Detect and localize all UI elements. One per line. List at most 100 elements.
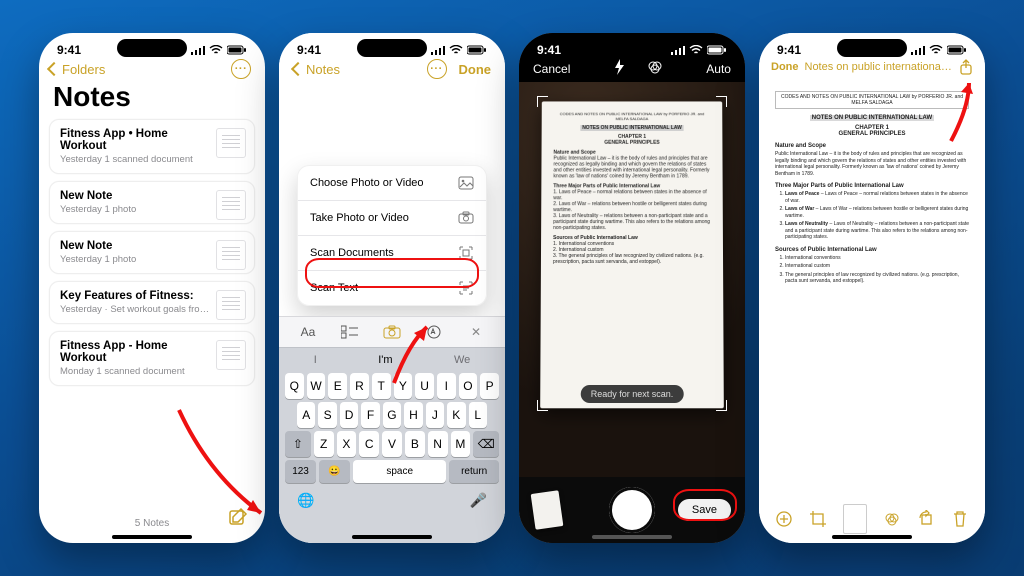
more-button[interactable]: ··· <box>231 59 251 79</box>
compose-icon <box>229 507 249 527</box>
signal-icon <box>911 46 925 55</box>
scan-preview-thumb[interactable] <box>531 490 564 530</box>
key[interactable]: P <box>480 373 499 399</box>
key-backspace[interactable]: ⌫ <box>473 431 499 457</box>
note-body[interactable] <box>279 79 505 165</box>
menu-choose-photo[interactable]: Choose Photo or Video <box>298 166 486 200</box>
note-row[interactable]: Key Features of Fitness:Yesterday · Set … <box>49 281 255 324</box>
key[interactable]: G <box>383 402 401 428</box>
note-subtitle: Yesterday · Set workout goals from 3 cat… <box>60 304 210 315</box>
doc-li: Laws of Neutrality – relations between a… <box>553 213 710 231</box>
menu-scan-text[interactable]: Scan Text <box>298 270 486 305</box>
key-shift[interactable]: ⇧ <box>285 431 311 457</box>
globe-icon[interactable]: 🌐 <box>297 492 314 509</box>
note-row[interactable]: Fitness App • Home WorkoutYesterday 1 sc… <box>49 119 255 174</box>
shutter-button[interactable] <box>609 487 655 533</box>
crop-button[interactable] <box>809 510 827 528</box>
notes-list: Fitness App • Home WorkoutYesterday 1 sc… <box>39 119 265 393</box>
note-row[interactable]: New NoteYesterday 1 photo <box>49 181 255 224</box>
key-space[interactable]: space <box>353 460 446 483</box>
key[interactable]: Z <box>314 431 334 457</box>
key[interactable]: O <box>459 373 478 399</box>
key[interactable]: X <box>337 431 357 457</box>
crop-corner[interactable] <box>716 96 727 107</box>
key[interactable]: J <box>426 402 444 428</box>
mic-icon[interactable]: 🎤 <box>470 492 487 509</box>
key-emoji[interactable]: 😀 <box>319 460 350 483</box>
key[interactable]: M <box>451 431 471 457</box>
signal-icon <box>191 46 205 55</box>
crop-corner[interactable] <box>716 400 727 411</box>
home-indicator <box>352 535 432 539</box>
camera-button[interactable] <box>381 323 403 341</box>
key-123[interactable]: 123 <box>285 460 316 483</box>
more-button[interactable]: ··· <box>427 59 447 79</box>
rotate-button[interactable] <box>917 510 935 528</box>
page-thumb[interactable] <box>843 504 867 534</box>
toolbar-close[interactable]: ✕ <box>465 323 487 341</box>
doc-h1: Nature and Scope <box>775 143 969 149</box>
key[interactable]: L <box>469 402 487 428</box>
key[interactable]: S <box>318 402 336 428</box>
key[interactable]: H <box>404 402 422 428</box>
filters-icon[interactable] <box>647 59 663 78</box>
menu-label: Choose Photo or Video <box>310 177 424 189</box>
key[interactable]: T <box>372 373 391 399</box>
keyboard-suggestions[interactable]: I I'm We <box>283 352 501 370</box>
doc-smallheader: CODES AND NOTES ON PUBLIC INTERNATIONAL … <box>775 91 969 109</box>
key[interactable]: W <box>307 373 326 399</box>
key[interactable]: Q <box>285 373 304 399</box>
key[interactable]: C <box>359 431 379 457</box>
key[interactable]: R <box>350 373 369 399</box>
share-button[interactable] <box>959 59 973 75</box>
filter-button[interactable] <box>883 510 901 528</box>
back-label: Notes <box>306 62 340 77</box>
auto-button[interactable]: Auto <box>706 62 731 76</box>
save-button[interactable]: Save <box>678 499 731 521</box>
key[interactable]: B <box>405 431 425 457</box>
key[interactable]: E <box>328 373 347 399</box>
done-button[interactable]: Done <box>459 62 492 77</box>
back-notes[interactable]: Notes <box>293 62 340 77</box>
suggestion[interactable]: I <box>314 354 317 366</box>
note-row[interactable]: Fitness App - Home WorkoutMonday 1 scann… <box>49 331 255 386</box>
key[interactable]: F <box>361 402 379 428</box>
key[interactable]: I <box>437 373 456 399</box>
cancel-button[interactable]: Cancel <box>533 62 570 76</box>
key[interactable]: D <box>340 402 358 428</box>
key[interactable]: N <box>428 431 448 457</box>
doc-p: Public International Law – it is the bod… <box>775 151 969 177</box>
key[interactable]: K <box>447 402 465 428</box>
menu-take-photo[interactable]: Take Photo or Video <box>298 200 486 235</box>
wifi-icon <box>209 45 223 55</box>
menu-scan-documents[interactable]: Scan Documents <box>298 235 486 270</box>
signal-icon <box>671 46 685 55</box>
flash-icon[interactable] <box>613 59 625 78</box>
battery-icon <box>947 45 967 55</box>
add-page-button[interactable] <box>775 510 793 528</box>
camera-bottom-bar: Save <box>519 477 745 543</box>
doc-li: International custom <box>785 263 969 270</box>
battery-icon <box>227 45 247 55</box>
crop-corner[interactable] <box>537 96 548 107</box>
suggestion[interactable]: We <box>454 354 470 366</box>
trash-button[interactable] <box>951 510 969 528</box>
key[interactable]: Y <box>394 373 413 399</box>
key[interactable]: V <box>382 431 402 457</box>
key[interactable]: A <box>297 402 315 428</box>
crop-corner[interactable] <box>537 400 548 411</box>
checklist-button[interactable] <box>339 323 361 341</box>
keyboard[interactable]: I I'm We QWERTYUIOP ASDFGHJKL ⇧ZXCVBNM⌫ … <box>279 347 505 543</box>
back-folders[interactable]: Folders <box>49 62 105 77</box>
notch <box>597 39 667 57</box>
key[interactable]: U <box>415 373 434 399</box>
suggestion[interactable]: I'm <box>378 354 392 366</box>
markup-button[interactable] <box>423 323 445 341</box>
note-row[interactable]: New NoteYesterday 1 photo <box>49 231 255 274</box>
doc-view[interactable]: CODES AND NOTES ON PUBLIC INTERNATIONAL … <box>759 75 985 495</box>
key-return[interactable]: return <box>449 460 499 483</box>
format-button[interactable]: Aa <box>297 323 319 341</box>
compose-button[interactable] <box>229 507 249 527</box>
doc-subchapter: GENERAL PRINCIPLES <box>553 140 710 146</box>
done-button[interactable]: Done <box>771 61 799 73</box>
